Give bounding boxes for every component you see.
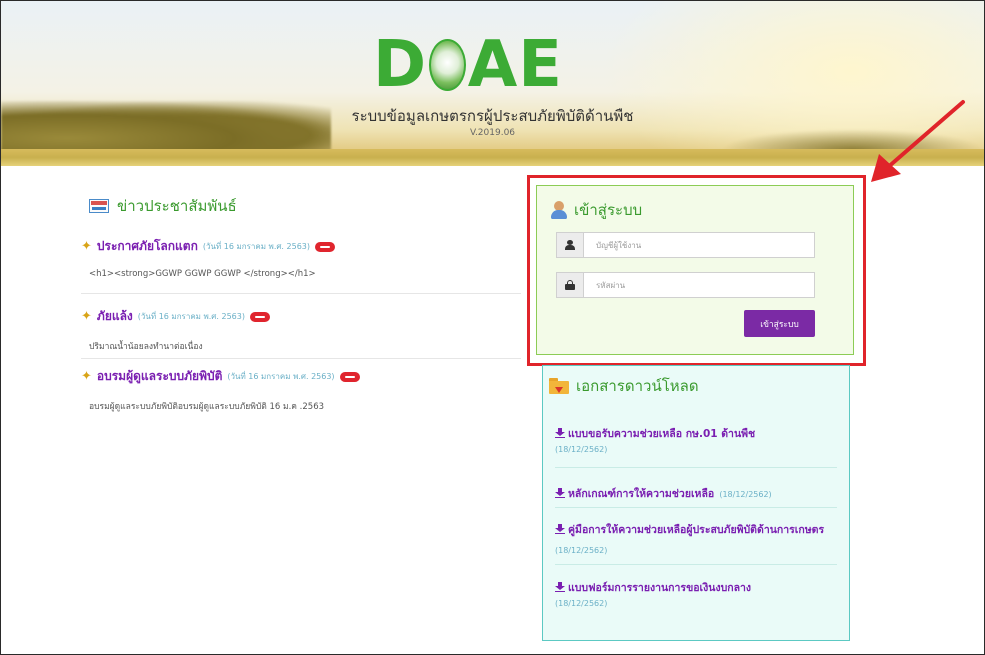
login-highlight-box xyxy=(527,175,866,366)
banner-field xyxy=(1,149,984,166)
news-divider xyxy=(81,358,521,359)
logo-letter-d: D xyxy=(373,28,428,102)
newspaper-icon xyxy=(89,199,109,213)
download-item: แบบฟอร์มการรายงานการขอเงินงบกลาง (18/12/… xyxy=(555,576,837,608)
news-item: ✦ อบรมผู้ดูแลระบบภัยพิบัติ (วันที่ 16 มก… xyxy=(81,367,521,413)
download-title: คู่มือการให้ความช่วยเหลือผู้ประสบภัยพิบั… xyxy=(568,524,825,536)
doae-emblem-icon xyxy=(429,39,466,91)
news-item-date: (วันที่ 16 มกราคม พ.ศ. 2563) xyxy=(202,242,310,251)
news-item-link[interactable]: ประกาศภัยโลกแตก xyxy=(97,237,198,256)
downloads-header: เอกสารดาวน์โหลด xyxy=(549,374,699,398)
news-title: ข่าวประชาสัมพันธ์ xyxy=(117,197,237,215)
download-icon xyxy=(555,524,565,534)
logo-letters-ae: AE xyxy=(467,28,563,102)
download-date: (18/12/2562) xyxy=(555,445,608,454)
download-title: แบบขอรับความช่วยเหลือ กษ.01 ด้านพืช xyxy=(568,428,756,440)
news-divider xyxy=(81,293,521,294)
new-badge-icon xyxy=(315,241,335,252)
doae-logo: D AE xyxy=(373,33,563,97)
download-icon xyxy=(555,488,565,498)
download-divider xyxy=(555,507,837,508)
download-divider xyxy=(555,564,837,565)
download-date: (18/12/2562) xyxy=(555,546,608,555)
download-link[interactable]: แบบขอรับความช่วยเหลือ กษ.01 ด้านพืช xyxy=(555,428,755,440)
news-item-description: <h1><strong>GGWP GGWP GGWP </strong></h1… xyxy=(89,269,316,279)
downloads-title: เอกสารดาวน์โหลด xyxy=(576,377,699,395)
news-item: ✦ ประกาศภัยโลกแตก (วันที่ 16 มกราคม พ.ศ.… xyxy=(81,237,521,279)
download-title: แบบฟอร์มการรายงานการขอเงินงบกลาง xyxy=(568,582,752,594)
news-item-date: (วันที่ 16 มกราคม พ.ศ. 2563) xyxy=(137,312,245,321)
news-item-link[interactable]: ภัยแล้ง xyxy=(97,307,133,326)
download-title: หลักเกณฑ์การให้ความช่วยเหลือ xyxy=(568,488,715,500)
pin-icon: ✦ xyxy=(81,239,92,254)
download-link[interactable]: หลักเกณฑ์การให้ความช่วยเหลือ xyxy=(555,488,714,500)
downloads-panel: เอกสารดาวน์โหลด แบบขอรับความช่วยเหลือ กษ… xyxy=(542,365,850,641)
pin-icon: ✦ xyxy=(81,369,92,384)
download-item: คู่มือการให้ความช่วยเหลือผู้ประสบภัยพิบั… xyxy=(555,518,837,557)
header-banner: D AE ระบบข้อมูลเกษตรกรผู้ประสบภัยพิบัติด… xyxy=(1,1,984,166)
download-icon xyxy=(555,582,565,592)
news-header: ข่าวประชาสัมพันธ์ xyxy=(89,194,237,218)
page-frame: D AE ระบบข้อมูลเกษตรกรผู้ประสบภัยพิบัติด… xyxy=(0,0,985,655)
download-divider xyxy=(555,467,837,468)
version-label: V.2019.06 xyxy=(469,128,516,138)
news-item: ✦ ภัยแล้ง (วันที่ 16 มกราคม พ.ศ. 2563) ป… xyxy=(81,307,521,353)
news-item-description: อบรมผู้ดูแลระบบภัยพิบัติอบรมผู้ดูแลระบบภ… xyxy=(89,402,325,412)
annotation-arrow-icon xyxy=(871,100,965,182)
download-item: หลักเกณฑ์การให้ความช่วยเหลือ (18/12/2562… xyxy=(555,482,837,502)
folder-download-icon xyxy=(549,378,569,394)
download-date: (18/12/2562) xyxy=(555,599,608,608)
download-link[interactable]: แบบฟอร์มการรายงานการขอเงินงบกลาง xyxy=(555,582,751,594)
pin-icon: ✦ xyxy=(81,309,92,324)
news-item-date: (วันที่ 16 มกราคม พ.ศ. 2563) xyxy=(227,372,335,381)
new-badge-icon xyxy=(249,311,270,322)
download-link[interactable]: คู่มือการให้ความช่วยเหลือผู้ประสบภัยพิบั… xyxy=(555,524,824,536)
download-icon xyxy=(555,428,565,438)
new-badge-icon xyxy=(339,371,360,382)
download-item: แบบขอรับความช่วยเหลือ กษ.01 ด้านพืช (18/… xyxy=(555,422,837,454)
news-item-link[interactable]: อบรมผู้ดูแลระบบภัยพิบัติ xyxy=(97,367,222,386)
news-item-description: ปริมาณน้ำน้อยลงทำนาต่อเนื่อง xyxy=(89,342,203,352)
site-title: ระบบข้อมูลเกษตรกรผู้ประสบภัยพิบัติด้านพื… xyxy=(351,107,634,125)
download-date: (18/12/2562) xyxy=(719,490,772,499)
